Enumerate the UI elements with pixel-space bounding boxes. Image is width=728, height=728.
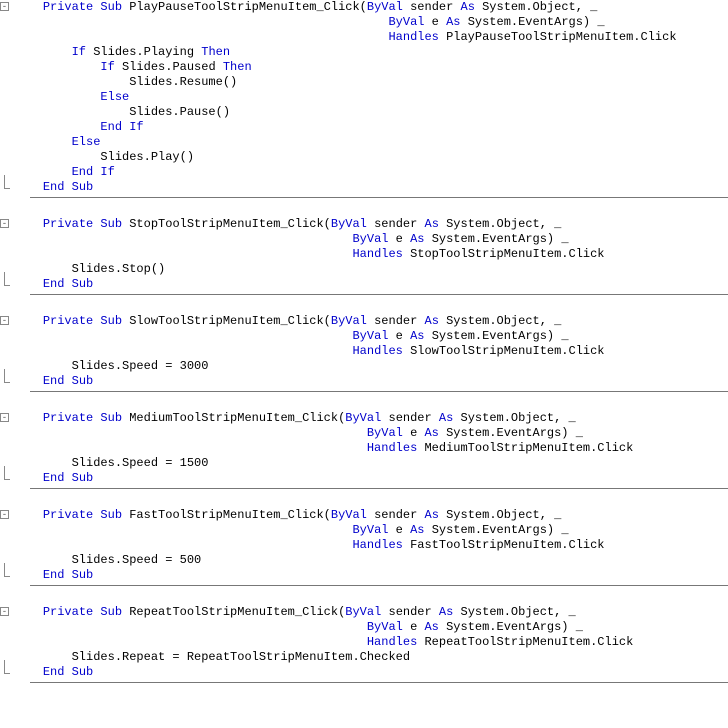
fold-end-icon — [2, 568, 12, 583]
blank-line — [14, 202, 728, 217]
code-line: End Sub — [14, 180, 728, 195]
fold-end-icon — [2, 180, 12, 195]
code-line: End If — [14, 120, 728, 135]
code-line: Slides.Resume() — [14, 75, 728, 90]
method-separator — [30, 197, 728, 198]
code-line: - Private Sub MediumToolStripMenuItem_Cl… — [14, 411, 728, 426]
method-separator — [30, 585, 728, 586]
code-line: If Slides.Paused Then — [14, 60, 728, 75]
code-line: Slides.Speed = 3000 — [14, 359, 728, 374]
blank-line — [14, 299, 728, 314]
code-line: ByVal e As System.EventArgs) _ — [14, 620, 728, 635]
code-line: - Private Sub SlowToolStripMenuItem_Clic… — [14, 314, 728, 329]
code-line: Slides.Pause() — [14, 105, 728, 120]
fold-toggle[interactable]: - — [0, 219, 9, 228]
code-line: Handles FastToolStripMenuItem.Click — [14, 538, 728, 553]
fold-toggle[interactable]: - — [0, 2, 9, 11]
fold-toggle[interactable]: - — [0, 607, 9, 616]
code-line: End Sub — [14, 374, 728, 389]
code-line: Handles StopToolStripMenuItem.Click — [14, 247, 728, 262]
code-line: End Sub — [14, 665, 728, 680]
fold-end-icon — [2, 471, 12, 486]
code-line: Slides.Stop() — [14, 262, 728, 277]
code-line: End If — [14, 165, 728, 180]
code-line: If Slides.Playing Then — [14, 45, 728, 60]
code-line: Else — [14, 90, 728, 105]
code-line: ByVal e As System.EventArgs) _ — [14, 15, 728, 30]
code-line: - Private Sub FastToolStripMenuItem_Clic… — [14, 508, 728, 523]
code-line: - Private Sub StopToolStripMenuItem_Clic… — [14, 217, 728, 232]
code-line: Handles RepeatToolStripMenuItem.Click — [14, 635, 728, 650]
method-separator — [30, 488, 728, 489]
blank-line — [14, 590, 728, 605]
fold-end-icon — [2, 277, 12, 292]
code-line: ByVal e As System.EventArgs) _ — [14, 232, 728, 247]
code-line: Handles PlayPauseToolStripMenuItem.Click — [14, 30, 728, 45]
code-line: End Sub — [14, 471, 728, 486]
code-line: End Sub — [14, 568, 728, 583]
fold-toggle[interactable]: - — [0, 316, 9, 325]
fold-toggle[interactable]: - — [0, 510, 9, 519]
code-line: Handles SlowToolStripMenuItem.Click — [14, 344, 728, 359]
code-line: - Private Sub RepeatToolStripMenuItem_Cl… — [14, 605, 728, 620]
code-editor: - Private Sub PlayPauseToolStripMenuItem… — [14, 0, 728, 683]
code-line: Slides.Speed = 500 — [14, 553, 728, 568]
code-line: Handles MediumToolStripMenuItem.Click — [14, 441, 728, 456]
code-line: Slides.Repeat = RepeatToolStripMenuItem.… — [14, 650, 728, 665]
code-line: Else — [14, 135, 728, 150]
code-line: ByVal e As System.EventArgs) _ — [14, 523, 728, 538]
code-line: End Sub — [14, 277, 728, 292]
fold-toggle[interactable]: - — [0, 413, 9, 422]
code-line: Slides.Play() — [14, 150, 728, 165]
fold-end-icon — [2, 374, 12, 389]
code-line: ByVal e As System.EventArgs) _ — [14, 426, 728, 441]
method-separator — [30, 294, 728, 295]
blank-line — [14, 493, 728, 508]
fold-end-icon — [2, 665, 12, 680]
code-line: Slides.Speed = 1500 — [14, 456, 728, 471]
method-separator — [30, 391, 728, 392]
blank-line — [14, 396, 728, 411]
code-line: - Private Sub PlayPauseToolStripMenuItem… — [14, 0, 728, 15]
method-separator — [30, 682, 728, 683]
code-line: ByVal e As System.EventArgs) _ — [14, 329, 728, 344]
